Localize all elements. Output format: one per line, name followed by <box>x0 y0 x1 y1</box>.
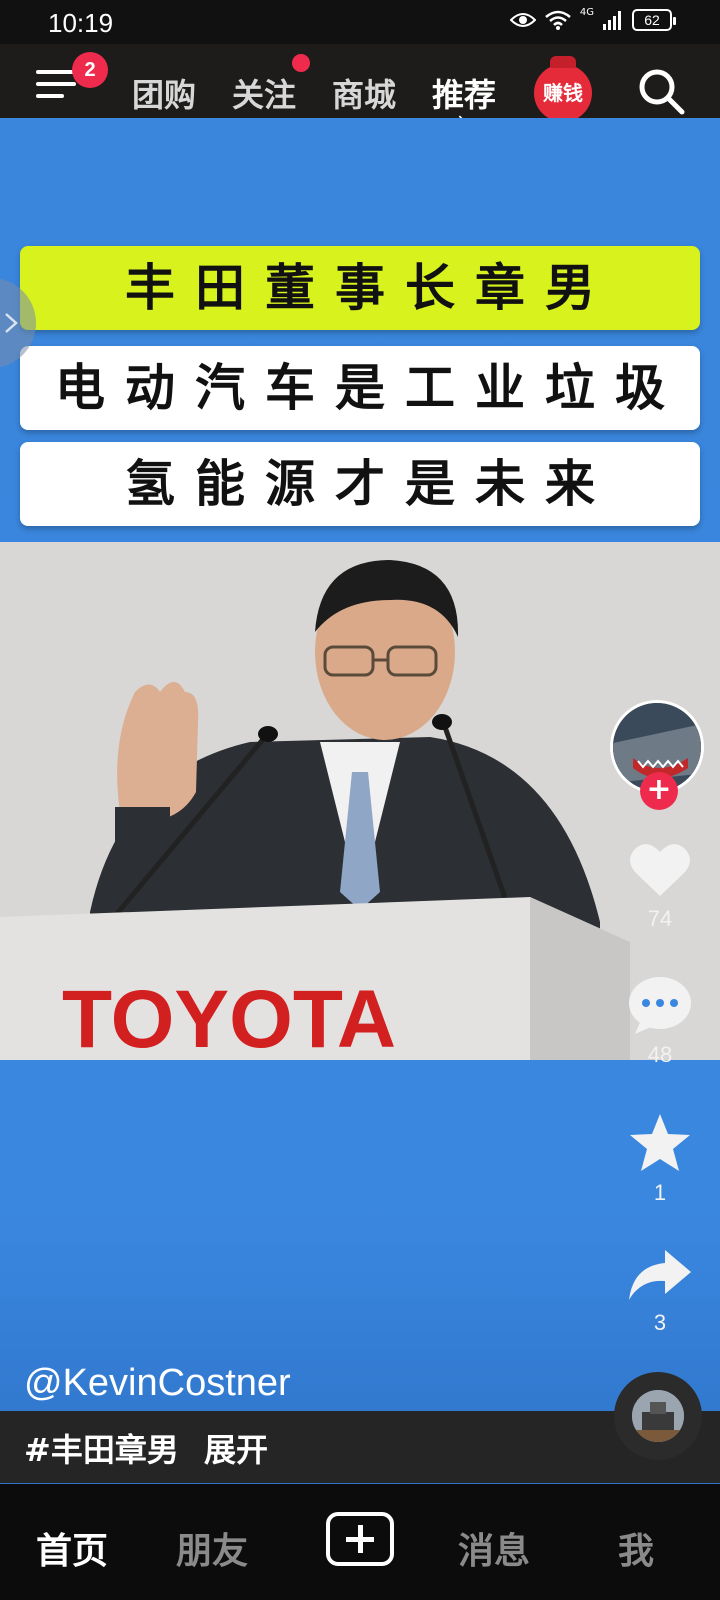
share-button[interactable]: 3 <box>624 1248 696 1336</box>
comment-icon <box>629 977 691 1034</box>
tab-group-buy[interactable]: 团购 <box>132 70 196 116</box>
status-bar: 10:19 4G 62 <box>0 0 720 44</box>
network-type: 4G <box>579 6 594 18</box>
battery-icon: 62 <box>632 9 676 31</box>
menu-icon[interactable] <box>36 70 76 100</box>
nav-home[interactable]: 首页 <box>36 1522 108 1574</box>
follow-button[interactable]: + <box>640 772 678 810</box>
wifi-icon <box>545 10 571 30</box>
speaker-at-podium-image: TOYOTA <box>0 542 720 1060</box>
clock: 10:19 <box>48 8 114 38</box>
earn-money-button[interactable]: 赚钱 <box>534 56 592 122</box>
favorite-button[interactable]: 1 <box>624 1112 696 1206</box>
music-disc[interactable] <box>614 1372 702 1460</box>
nav-messages[interactable]: 消息 <box>458 1522 530 1574</box>
eye-icon <box>509 13 536 27</box>
top-nav: 2 团购 关注 商城 推荐 ⇄ 赚钱 <box>0 44 720 134</box>
expand-caption-button[interactable]: 展开 <box>204 1425 268 1471</box>
search-icon[interactable] <box>636 66 686 116</box>
signal-icon <box>603 11 621 30</box>
video-player[interactable]: 丰田董事长章男 电动汽车是工业垃圾 氢能源才是未来 TOYOTA <box>0 118 720 1484</box>
nav-friends[interactable]: 朋友 <box>176 1522 248 1574</box>
favorite-count: 1 <box>653 1180 667 1205</box>
tab-following[interactable]: 关注 <box>232 70 296 116</box>
music-cover-image <box>632 1390 684 1442</box>
podium-brand-text: TOYOTA <box>62 974 396 1060</box>
headline-line-1: 丰田董事长章男 <box>20 246 700 330</box>
menu-notification-badge: 2 <box>72 52 108 88</box>
caption-bar: #丰田章男 展开 <box>0 1411 720 1483</box>
status-icons: 4G 62 <box>509 6 676 31</box>
nav-me[interactable]: 我 <box>618 1522 654 1574</box>
following-notification-dot <box>292 54 310 72</box>
hashtag-link[interactable]: #丰田章男 <box>24 1425 179 1471</box>
star-icon <box>630 1114 690 1171</box>
video-frame-photo: TOYOTA <box>0 542 720 1060</box>
like-button[interactable]: 74 <box>624 840 696 932</box>
tab-mall[interactable]: 商城 <box>332 70 396 116</box>
comment-count: 48 <box>647 1042 673 1067</box>
like-count: 74 <box>647 906 673 931</box>
comment-button[interactable]: 48 <box>624 976 696 1068</box>
share-count: 3 <box>653 1310 667 1335</box>
chevron-right-icon <box>5 313 18 333</box>
headline-line-2: 电动汽车是工业垃圾 <box>20 346 700 430</box>
heart-icon <box>630 844 690 896</box>
share-arrow-icon <box>629 1250 691 1300</box>
create-post-button[interactable] <box>326 1512 394 1566</box>
bottom-nav: 首页 朋友 消息 我 <box>0 1484 720 1600</box>
author-handle[interactable]: @KevinCostner <box>24 1362 291 1405</box>
headline-line-3: 氢能源才是未来 <box>20 442 700 526</box>
